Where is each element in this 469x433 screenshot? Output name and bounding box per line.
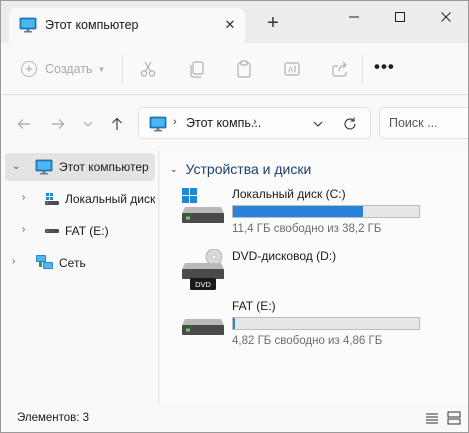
toolbar-divider [122,55,123,83]
create-button[interactable]: + Создать ▼ [21,59,105,79]
maximize-button[interactable] [377,1,423,33]
drive-item-c[interactable]: Локальный диск (C:) 11,4 ГБ свободно из … [180,187,460,243]
drive-name: DVD-дисковод (D:) [232,249,337,263]
details-view-icon[interactable] [425,411,439,425]
drive-item-dvd[interactable]: DVD DVD-дисковод (D:) [180,249,460,305]
toolbar-divider [362,55,363,83]
search-placeholder: Поиск ... [389,116,438,130]
chevron-down-icon [83,121,93,127]
address-bar[interactable]: › Этот компь... › [138,107,371,139]
arrow-right-icon [52,119,65,129]
drive-name: FAT (E:) [232,299,276,313]
create-label: Создать [45,62,93,76]
arrow-left-icon [17,119,30,129]
item-count: Элементов: 3 [17,412,90,424]
arrow-up-icon [112,117,122,130]
drive-usage-fill [233,318,235,329]
forward-button[interactable] [49,115,67,133]
explorer-window: Этот компьютер ✕ + + Создать ▼ A ••• › Э… [0,0,469,433]
chevron-right-icon[interactable]: › [12,256,15,267]
chevron-down-icon: ⌄ [170,163,178,174]
sidebar-item-this-pc[interactable]: ⌄ Этот компьютер [5,153,155,181]
sidebar-item-label: FAT (E:) [65,224,109,238]
close-icon [441,12,451,22]
monitor-icon [19,17,37,33]
recent-locations-button[interactable] [79,115,97,133]
tab-this-pc[interactable]: Этот компьютер ✕ [9,8,245,43]
drive-icon [182,319,224,335]
breadcrumb-chevron-icon[interactable]: › [253,116,257,128]
sidebar-item-fat-e[interactable]: › FAT (E:) [5,217,155,245]
drive-usage-fill [233,206,364,217]
monitor-icon [149,116,167,132]
maximize-icon [395,12,405,22]
share-icon[interactable] [330,59,350,79]
paste-icon[interactable] [234,59,254,79]
more-options-button[interactable]: ••• [374,57,395,77]
chevron-down-icon[interactable]: ⌄ [12,161,20,172]
search-input[interactable]: Поиск ... [379,107,468,139]
drive-item-e[interactable]: FAT (E:) 4,82 ГБ свободно из 4,86 ГБ [180,299,460,355]
drive-name: Локальный диск (C:) [232,187,346,201]
cut-icon[interactable] [138,59,158,79]
sidebar-item-network[interactable]: › Сеть [5,249,155,277]
drive-icon [45,229,59,233]
minimize-icon [349,16,359,18]
tab-close-icon[interactable]: ✕ [222,17,238,33]
network-icon [36,255,53,269]
section-header-devices[interactable]: ⌄ Устройства и диски [170,161,311,177]
sidebar-item-local-disk[interactable]: › Локальный диск [5,185,155,213]
chevron-right-icon[interactable]: › [22,192,25,203]
dvd-badge: DVD [195,280,211,289]
drive-usage-bar [232,317,420,330]
windows-drive-icon [182,188,224,223]
section-title: Устройства и диски [185,161,312,177]
rename-icon[interactable]: A [282,59,302,79]
content-pane: ⌄ Устройства и диски Локальный диск (C:)… [160,151,468,403]
drive-free-space: 11,4 ГБ свободно из 38,2 ГБ [232,223,382,235]
plus-circle-icon: + [21,61,37,77]
close-window-button[interactable] [423,1,468,33]
status-bar: Элементов: 3 [1,403,468,432]
copy-icon[interactable] [187,59,207,79]
title-bar: Этот компьютер ✕ + [1,1,468,47]
sidebar-item-label: Этот компьютер [59,160,149,174]
back-button[interactable] [15,115,33,133]
up-button[interactable] [108,115,126,133]
breadcrumb[interactable]: Этот компь... [186,116,261,130]
drive-free-space: 4,82 ГБ свободно из 4,86 ГБ [232,335,383,347]
chevron-right-icon[interactable]: › [22,224,25,235]
tab-title: Этот компьютер [45,18,139,32]
chevron-down-icon[interactable] [311,117,325,131]
sidebar-item-label: Сеть [59,256,86,270]
minimize-button[interactable] [331,1,377,33]
svg-text:A: A [288,66,294,75]
navigation-pane: ⌄ Этот компьютер › Локальный диск › FAT … [1,151,159,403]
tiles-view-icon[interactable] [447,411,461,425]
refresh-icon[interactable] [342,116,358,132]
local-disk-icon [45,193,59,205]
command-bar: + Создать ▼ A ••• [1,43,468,95]
breadcrumb-chevron-icon[interactable]: › [173,116,177,128]
new-tab-button[interactable]: + [263,13,283,33]
dvd-drive-icon: DVD [182,249,224,290]
monitor-icon [35,159,53,175]
sidebar-item-label: Локальный диск [65,192,156,206]
drive-usage-bar [232,205,420,218]
chevron-down-icon: ▼ [97,64,106,74]
navigation-bar: › Этот компь... › Поиск ... [1,95,468,151]
